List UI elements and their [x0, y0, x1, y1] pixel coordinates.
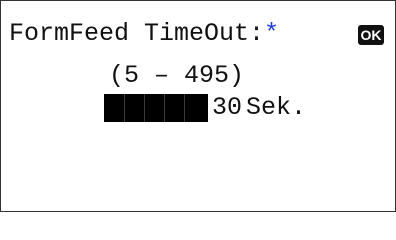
- required-mark: *: [264, 19, 280, 48]
- setting-label: FormFeed TimeOut:: [9, 19, 265, 48]
- ok-key-icon[interactable]: OK: [358, 25, 384, 45]
- value-text: 30: [207, 94, 244, 122]
- value-range: (5 – 495): [109, 61, 245, 90]
- value-input-field[interactable]: 30: [104, 94, 244, 122]
- panel-screen: FormFeed TimeOut:* OK (5 – 495) 30 Sek.: [0, 0, 396, 212]
- digit-cell-divider: [164, 94, 165, 122]
- setting-title: FormFeed TimeOut:*: [9, 19, 279, 49]
- value-unit: Sek.: [246, 93, 307, 122]
- digit-cell-divider: [184, 94, 185, 122]
- value-row: 30 Sek.: [104, 93, 306, 123]
- digit-cell-divider: [124, 94, 125, 122]
- digit-cell-divider: [144, 94, 145, 122]
